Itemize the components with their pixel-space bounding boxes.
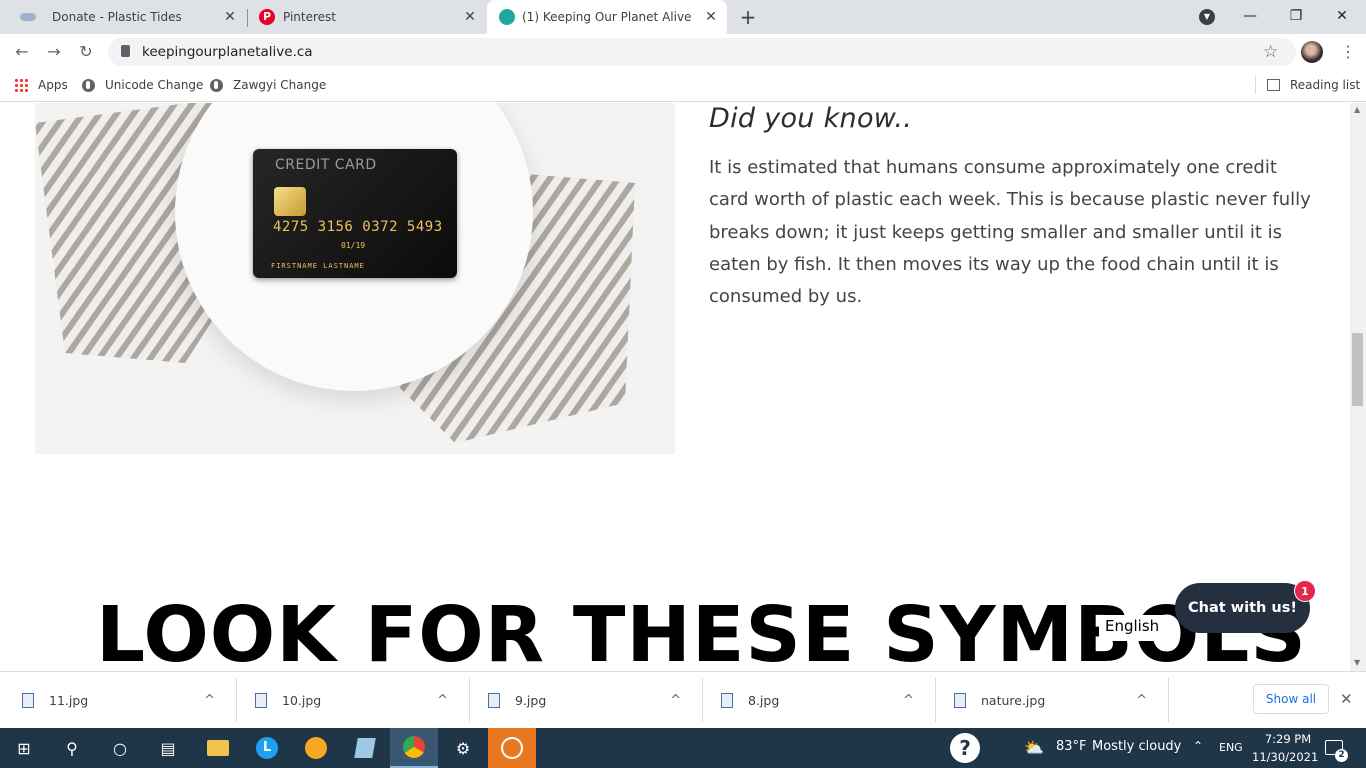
bookmark-unicode-change[interactable]: Unicode Change: [82, 76, 203, 94]
scroll-down-icon[interactable]: ▼: [1354, 658, 1360, 667]
globe-icon: [210, 78, 223, 92]
image-file-icon: [488, 692, 500, 708]
chevron-up-icon[interactable]: ^: [437, 693, 448, 708]
bookmarks-divider: [1255, 76, 1256, 94]
windows-start-icon[interactable]: ⊞: [0, 728, 48, 768]
image-file-icon: [255, 692, 267, 708]
weather-cloud-sun-icon: ⛅: [1024, 738, 1044, 757]
chevron-up-icon[interactable]: ^: [1136, 693, 1147, 708]
fact-paragraph: It is estimated that humans consume appr…: [709, 157, 1311, 308]
lock-icon[interactable]: [121, 45, 130, 57]
pinterest-favicon: P: [259, 9, 275, 25]
chat-button[interactable]: Chat with us!: [1175, 583, 1310, 633]
image-file-icon: [721, 692, 733, 708]
card-number: 4275 3156 0372 5493: [273, 219, 443, 235]
minimize-button[interactable]: —: [1227, 0, 1273, 32]
cortana-icon[interactable]: ○: [96, 728, 144, 768]
tab-keeping-our-planet-alive[interactable]: (1) Keeping Our Planet Alive ✕: [487, 0, 727, 34]
close-tab-icon[interactable]: ✕: [462, 9, 478, 25]
image-file-icon: [954, 692, 966, 708]
chevron-up-icon[interactable]: ^: [670, 693, 681, 708]
card-expiry: 01/19: [341, 241, 366, 250]
download-item[interactable]: nature.jpg ^: [932, 678, 1165, 722]
reload-icon[interactable]: ↻: [76, 42, 96, 62]
globe-icon: [82, 78, 95, 92]
weather-temperature[interactable]: 83°F: [1056, 739, 1087, 754]
card-name: FIRSTNAME LASTNAME: [271, 262, 365, 270]
language-selector[interactable]: English: [1099, 615, 1166, 641]
settings-gear-icon[interactable]: ⚙: [439, 728, 487, 768]
input-language[interactable]: ENG: [1219, 741, 1243, 754]
chrome-taskbar-icon[interactable]: [390, 728, 438, 768]
chevron-up-icon[interactable]: ^: [903, 693, 914, 708]
reading-list-button[interactable]: Reading list: [1267, 76, 1360, 94]
bookmark-zawgyi-change[interactable]: Zawgyi Change: [210, 76, 326, 94]
tab-title: (1) Keeping Our Planet Alive: [522, 10, 692, 24]
notepad-app-icon[interactable]: [341, 728, 389, 768]
wave-favicon: [20, 13, 36, 21]
download-filename: nature.jpg: [981, 692, 1046, 708]
download-separator: [1168, 678, 1169, 722]
avatar[interactable]: [1301, 41, 1323, 63]
app-l-icon[interactable]: L: [243, 728, 291, 768]
bookmark-apps[interactable]: Apps: [14, 76, 68, 94]
download-item[interactable]: 11.jpg ^: [0, 678, 233, 722]
planet-favicon: [499, 9, 515, 25]
download-filename: 9.jpg: [515, 692, 547, 708]
card-title: CREDIT CARD: [275, 157, 377, 173]
scroll-up-icon[interactable]: ▲: [1354, 105, 1360, 114]
download-filename: 11.jpg: [49, 692, 89, 708]
chat-notification-badge: 1: [1294, 580, 1316, 602]
apps-grid-icon: [14, 78, 28, 92]
close-download-bar-icon[interactable]: ✕: [1340, 690, 1353, 708]
image-file-icon: [22, 692, 34, 708]
url-text[interactable]: keepingourplanetalive.ca: [142, 44, 313, 60]
clock-time[interactable]: 7:29 PM: [1258, 732, 1318, 746]
tab-pinterest[interactable]: P Pinterest ✕: [248, 0, 486, 34]
help-icon[interactable]: ?: [950, 733, 980, 763]
tab-donate[interactable]: Donate - Plastic Tides ✕: [8, 0, 246, 34]
notification-count: 2: [1335, 749, 1348, 762]
sublime-app-icon[interactable]: [488, 728, 536, 768]
reading-list-icon: [1267, 79, 1280, 91]
forward-arrow-icon[interactable]: →: [44, 42, 64, 62]
file-explorer-icon[interactable]: [194, 728, 242, 768]
task-view-icon[interactable]: ▤: [144, 728, 192, 768]
bookmark-label: Zawgyi Change: [233, 78, 327, 92]
download-item[interactable]: 10.jpg ^: [233, 678, 466, 722]
tab-title: Donate - Plastic Tides: [52, 10, 182, 24]
tab-search-icon[interactable]: ▼: [1199, 9, 1215, 25]
bookmark-label: Unicode Change: [105, 78, 204, 92]
chevron-up-icon[interactable]: ^: [204, 693, 215, 708]
credit-card: CREDIT CARD 4275 3156 0372 5493 01/19 FI…: [253, 149, 457, 278]
section-heading: Did you know..: [709, 103, 913, 134]
credit-card-plate-image: CREDIT CARD 4275 3156 0372 5493 01/19 FI…: [35, 103, 675, 454]
back-arrow-icon[interactable]: ←: [12, 42, 32, 62]
weather-description[interactable]: Mostly cloudy: [1092, 739, 1181, 754]
tab-title: Pinterest: [283, 10, 337, 24]
show-all-downloads-button[interactable]: Show all: [1253, 684, 1329, 714]
weather-app-icon[interactable]: [292, 728, 340, 768]
clock-date[interactable]: 11/30/2021: [1252, 750, 1318, 764]
bookmarks-bar: [0, 70, 1366, 102]
download-item[interactable]: 8.jpg ^: [699, 678, 932, 722]
download-item[interactable]: 9.jpg ^: [466, 678, 699, 722]
more-menu-icon[interactable]: ⋮: [1340, 42, 1356, 61]
download-filename: 8.jpg: [748, 692, 780, 708]
bookmark-label: Apps: [38, 78, 68, 92]
card-chip: [274, 187, 306, 216]
search-icon[interactable]: ⚲: [48, 728, 96, 768]
close-tab-icon[interactable]: ✕: [703, 9, 719, 25]
close-window-button[interactable]: ✕: [1319, 0, 1365, 32]
reading-list-label: Reading list: [1290, 78, 1361, 92]
download-filename: 10.jpg: [282, 692, 322, 708]
page-viewport: CREDIT CARD 4275 3156 0372 5493 01/19 FI…: [0, 103, 1350, 671]
close-tab-icon[interactable]: ✕: [222, 9, 238, 25]
bookmark-star-icon[interactable]: ☆: [1263, 42, 1278, 62]
chevron-up-icon[interactable]: ⌃: [1193, 739, 1203, 753]
new-tab-button[interactable]: +: [736, 5, 760, 29]
scrollbar-thumb[interactable]: [1352, 333, 1363, 406]
maximize-button[interactable]: ❐: [1273, 0, 1319, 32]
